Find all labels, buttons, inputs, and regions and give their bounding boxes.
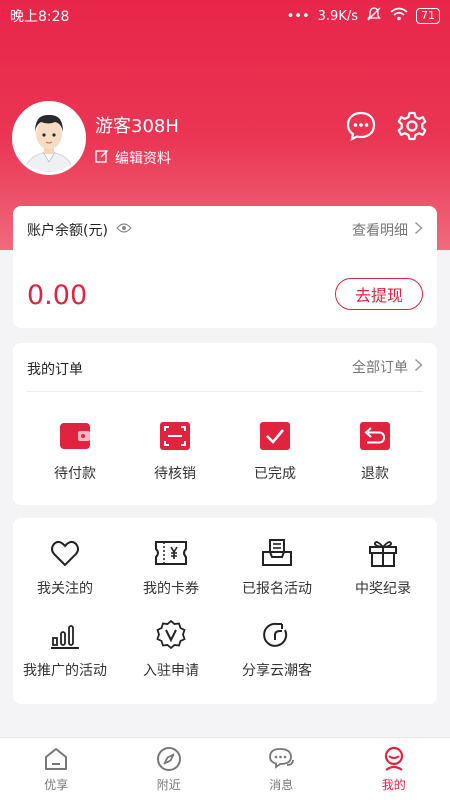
settings-button[interactable] (396, 110, 428, 142)
wifi-icon (390, 7, 408, 25)
wallet-icon (60, 423, 90, 449)
chevron-right-icon (414, 221, 423, 239)
balance-amount: 0.00 (27, 280, 88, 311)
service-label: 中奖纪录 (355, 581, 411, 597)
battery-indicator: 71 (416, 8, 440, 24)
service-following[interactable]: 我关注的 (10, 538, 120, 598)
balance-card: 账户余额(元) 查看明细 0.00 去提现 (13, 206, 437, 328)
bottom-tab-bar: 优享 附近 消息 我的 (0, 737, 450, 800)
tab-label: 附近 (156, 777, 181, 792)
orders-card: 我的订单 全部订单 待付款 待核销 已完成 退款 (13, 343, 437, 505)
service-label: 我的卡券 (143, 581, 199, 597)
service-share[interactable]: 分享云潮客 (222, 620, 332, 680)
share-icon (263, 622, 288, 647)
edit-profile-label: 编辑资料 (115, 151, 171, 167)
username: 游客308H (95, 116, 179, 137)
chat-icon (269, 747, 295, 769)
order-label: 待核销 (154, 466, 196, 482)
tab-label: 消息 (269, 777, 294, 792)
compass-icon (156, 746, 181, 771)
order-pending-verification[interactable]: 待核销 (135, 421, 215, 483)
avatar-image (15, 104, 83, 172)
tab-youxiang[interactable]: 优享 (0, 738, 113, 800)
service-coupons[interactable]: 我的卡券 (116, 538, 226, 598)
all-orders-label: 全部订单 (352, 360, 408, 376)
view-details-label: 查看明细 (352, 223, 408, 239)
service-prize-records[interactable]: 中奖纪录 (328, 538, 438, 598)
network-speed: 3.9K/s (317, 8, 358, 24)
edit-icon (95, 149, 109, 167)
services-card: 我关注的 我的卡券 已报名活动 中奖纪录 我推广的活动 入驻申请 分享云潮客 (13, 518, 437, 704)
message-button[interactable] (345, 110, 377, 142)
bar-chart-icon (51, 625, 79, 649)
tab-label: 我的 (381, 777, 406, 792)
balance-label-group: 账户余额(元) (27, 220, 132, 240)
heart-icon (51, 540, 79, 567)
all-orders-link[interactable]: 全部订单 (352, 357, 423, 377)
service-label: 入驻申请 (143, 663, 199, 679)
service-settle-application[interactable]: 入驻申请 (116, 620, 226, 680)
gift-icon (369, 541, 397, 567)
orders-divider (27, 391, 423, 392)
status-right: ••• 3.9K/s 71 (287, 6, 440, 26)
view-details-link[interactable]: 查看明细 (352, 220, 423, 240)
order-pending-payment[interactable]: 待付款 (35, 421, 115, 483)
service-label: 我关注的 (37, 581, 93, 597)
tab-messages[interactable]: 消息 (225, 738, 338, 800)
edit-profile-link[interactable]: 编辑资料 (95, 148, 171, 168)
order-refund[interactable]: 退款 (335, 421, 415, 483)
service-promoted-activities[interactable]: 我推广的活动 (10, 620, 120, 680)
order-label: 已完成 (254, 466, 296, 482)
orders-title: 我的订单 (27, 362, 83, 378)
service-label: 分享云潮客 (242, 663, 312, 679)
mute-icon (366, 6, 382, 26)
order-label: 退款 (361, 466, 389, 482)
badge-v-icon (156, 620, 186, 650)
gear-icon (397, 111, 427, 141)
check-icon (260, 422, 290, 450)
eye-icon[interactable] (116, 222, 132, 238)
profile-icon (384, 746, 403, 771)
balance-label: 账户余额(元) (27, 223, 108, 239)
inbox-icon (262, 539, 292, 566)
return-icon (360, 422, 390, 450)
coupon-icon (155, 541, 187, 565)
chat-bubble-icon (346, 111, 376, 141)
service-label: 已报名活动 (242, 581, 312, 597)
service-label: 我推广的活动 (23, 663, 107, 679)
chevron-right-icon (414, 358, 423, 376)
tab-label: 优享 (44, 777, 69, 792)
home-icon (45, 747, 68, 770)
status-time: 晚上8:28 (10, 9, 70, 25)
scan-icon (160, 422, 190, 450)
order-completed[interactable]: 已完成 (235, 421, 315, 483)
service-registered-activities[interactable]: 已报名活动 (222, 538, 332, 598)
tab-nearby[interactable]: 附近 (113, 738, 226, 800)
avatar[interactable] (12, 101, 86, 175)
order-label: 待付款 (54, 466, 96, 482)
status-bar: 晚上8:28 ••• 3.9K/s 71 (0, 0, 450, 32)
withdraw-button[interactable]: 去提现 (335, 278, 423, 310)
tab-mine[interactable]: 我的 (338, 738, 450, 800)
status-dots: ••• (286, 8, 310, 24)
